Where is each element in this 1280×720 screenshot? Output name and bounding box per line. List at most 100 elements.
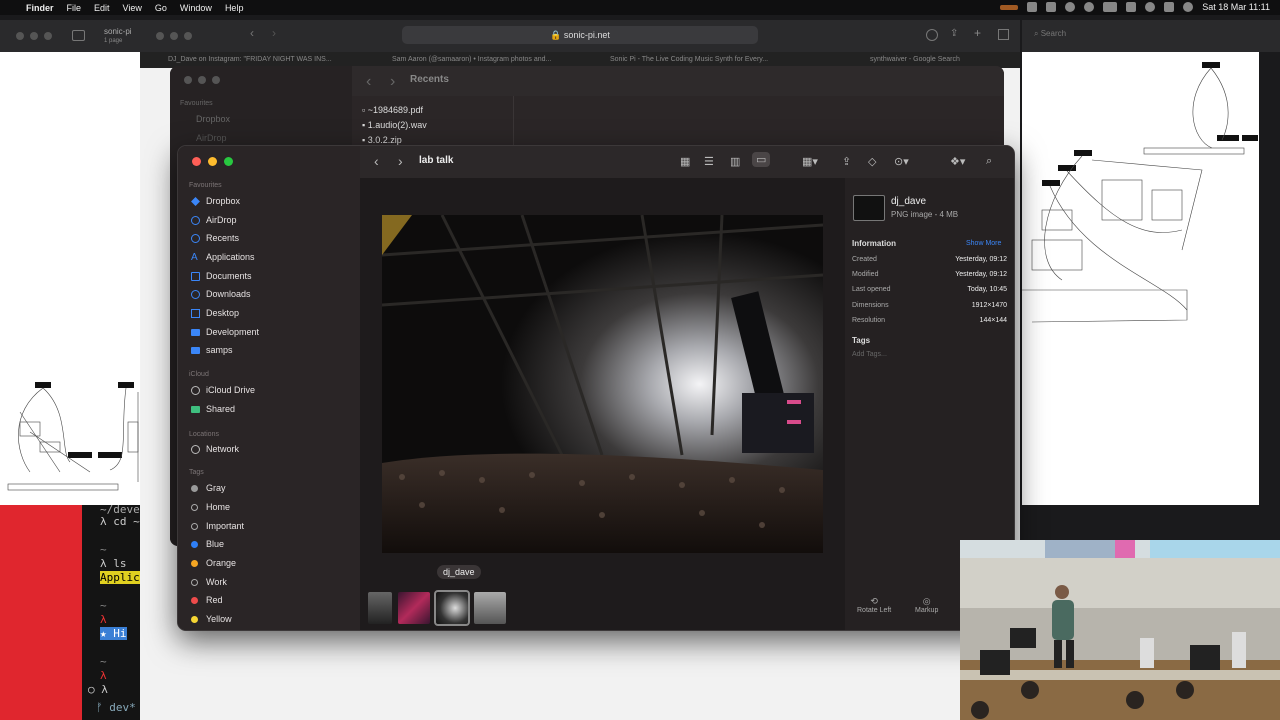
menu-window[interactable]: Window <box>180 3 212 13</box>
back-chevron-icon[interactable]: ‹ <box>366 73 371 91</box>
file-name: dj_dave <box>891 196 927 207</box>
menu-edit[interactable]: Edit <box>94 3 110 13</box>
download-icon[interactable] <box>926 29 938 41</box>
play-icon[interactable] <box>1084 2 1095 12</box>
markup-button[interactable]: ◎ Markup <box>915 596 938 614</box>
sidebar-item-downloads[interactable]: Downloads <box>191 287 251 301</box>
share-icon[interactable]: ⇪ <box>842 155 851 168</box>
menu-bar: Finder File Edit View Go Window Help Sat… <box>0 0 1280 15</box>
sidebar-tag-important[interactable]: Important <box>191 519 244 533</box>
dropbox-toolbar-icon[interactable]: ❖▾ <box>950 155 965 168</box>
search-field[interactable]: ⌕ Search <box>1034 29 1066 39</box>
sidebar-item-network[interactable]: Network <box>191 442 239 456</box>
tab-instagram-samaaron[interactable]: Sam Aaron (@samaaron) • Instagram photos… <box>392 56 551 63</box>
dropbox-status-icon[interactable] <box>1046 2 1057 12</box>
list-view-icon[interactable]: ☰ <box>704 155 714 168</box>
tag-icon[interactable]: ◇ <box>868 155 876 168</box>
rotate-left-button[interactable]: ⟲ Rotate Left <box>857 596 891 614</box>
menu-view[interactable]: View <box>123 3 142 13</box>
column-view-icon[interactable]: ▥ <box>730 155 740 168</box>
recents-toolbar: ‹ › Recents <box>352 66 1004 96</box>
tabs-overview-icon[interactable] <box>998 29 1009 40</box>
battery-icon[interactable] <box>1103 2 1118 12</box>
minimize-icon[interactable] <box>170 32 178 40</box>
finder-sidebar: Favourites Dropbox AirDrop Recents A Appl… <box>178 146 360 630</box>
clock[interactable]: Sat 18 Mar 11:11 <box>1202 2 1270 12</box>
recents-sidebar-dropbox[interactable]: Dropbox <box>196 114 230 124</box>
menu-go[interactable]: Go <box>155 3 167 13</box>
forward-chevron-icon[interactable]: › <box>390 73 395 91</box>
file-item[interactable]: ▫ ~1984689.pdf <box>362 103 427 118</box>
sidebar-toggle-icon[interactable] <box>72 30 85 41</box>
sidebar-item-airdrop[interactable]: AirDrop <box>191 213 237 227</box>
zoom-icon[interactable] <box>212 76 220 84</box>
menu-help[interactable]: Help <box>225 3 244 13</box>
sidebar-item-label: Network <box>206 444 240 454</box>
thumbnail[interactable] <box>368 592 392 624</box>
image-preview[interactable] <box>382 215 823 553</box>
sidebar-item-applications[interactable]: A Applications <box>191 250 255 264</box>
wifi-icon[interactable] <box>1126 2 1137 12</box>
group-by-icon[interactable]: ▦▾ <box>802 155 818 168</box>
sidebar-item-development[interactable]: Development <box>191 325 259 339</box>
tab-google-search[interactable]: synthwaiver - Google Search <box>870 56 960 63</box>
show-more-link[interactable]: Show More <box>966 240 1001 247</box>
zoom-icon[interactable] <box>44 32 52 40</box>
search-icon[interactable] <box>1145 2 1156 12</box>
sidebar-tag-work[interactable]: Work <box>191 575 227 589</box>
status-icon[interactable] <box>1000 4 1019 10</box>
new-tab-icon[interactable]: + <box>974 26 981 40</box>
close-icon[interactable] <box>16 32 24 40</box>
sidebar-item-dropbox[interactable]: Dropbox <box>191 194 240 208</box>
close-icon[interactable] <box>156 32 164 40</box>
sidebar-tag-blue[interactable]: Blue <box>191 537 224 551</box>
forward-chevron-icon[interactable]: › <box>398 153 403 169</box>
share-icon[interactable]: ⇪ <box>950 28 958 39</box>
thumbnail-selected[interactable] <box>434 590 470 626</box>
moon-icon[interactable] <box>1065 2 1076 12</box>
sidebar-item-samps[interactable]: samps <box>191 343 233 357</box>
search-icon[interactable]: ⌕ <box>986 155 992 168</box>
grid-status-icon[interactable] <box>1027 2 1038 12</box>
close-icon[interactable] <box>184 76 192 84</box>
sidebar-tag-yellow[interactable]: Yellow <box>191 612 232 626</box>
zoom-icon[interactable] <box>184 32 192 40</box>
menu-app-name[interactable]: Finder <box>26 3 54 13</box>
recents-sidebar-airdrop[interactable]: AirDrop <box>196 133 227 143</box>
sidebar-tag-gray[interactable]: Gray <box>191 481 226 495</box>
menu-file[interactable]: File <box>67 3 82 13</box>
zoom-icon[interactable] <box>224 157 233 166</box>
add-tags-field[interactable]: Add Tags... <box>852 351 887 358</box>
sidebar-item-shared[interactable]: Shared <box>191 402 235 416</box>
sidebar-item-documents[interactable]: Documents <box>191 269 252 283</box>
file-item[interactable]: ▪ 1.audio(2).wav <box>362 118 427 133</box>
back-chevron-icon[interactable]: ‹ <box>374 153 379 169</box>
sidebar-tag-red[interactable]: Red <box>191 593 223 607</box>
sidebar-tag-home[interactable]: Home <box>191 500 230 514</box>
sidebar-item-recents[interactable]: Recents <box>191 231 239 245</box>
tab-sonic-pi[interactable]: Sonic Pi - The Live Coding Music Synth f… <box>610 56 768 63</box>
thumbnail[interactable] <box>474 592 506 624</box>
forward-chevron-icon[interactable]: › <box>272 26 276 40</box>
control-center-icon[interactable] <box>1164 2 1175 12</box>
safari-toolbar: ‹ › 🔒 sonic-pi.net ⇪ + <box>140 20 1020 52</box>
icon-view-icon[interactable]: ▦ <box>680 155 690 168</box>
siri-icon[interactable] <box>1183 2 1194 12</box>
tab-instagram-djdave[interactable]: DJ_Dave on Instagram: "FRIDAY NIGHT WAS … <box>168 56 332 63</box>
sidebar-item-desktop[interactable]: Desktop <box>191 306 239 320</box>
back-chevron-icon[interactable]: ‹ <box>250 26 254 40</box>
gallery-view-icon[interactable]: ▭ <box>752 152 771 167</box>
minimize-icon[interactable] <box>208 157 217 166</box>
minimize-icon[interactable] <box>30 32 38 40</box>
terminal-line: ~ <box>100 543 107 556</box>
sidebar-tag-orange[interactable]: Orange <box>191 556 236 570</box>
thumbnail[interactable] <box>398 592 430 624</box>
close-icon[interactable] <box>192 157 201 166</box>
info-value: 144×144 <box>979 317 1007 324</box>
url-bar[interactable]: 🔒 sonic-pi.net <box>402 26 758 44</box>
sidebar-item-icloud-drive[interactable]: iCloud Drive <box>191 383 255 397</box>
minimize-icon[interactable] <box>198 76 206 84</box>
left-window-subtitle: 1 page <box>104 38 123 44</box>
more-actions-icon[interactable]: ⊙▾ <box>894 155 909 168</box>
terminal-line: λ ls <box>100 557 127 570</box>
